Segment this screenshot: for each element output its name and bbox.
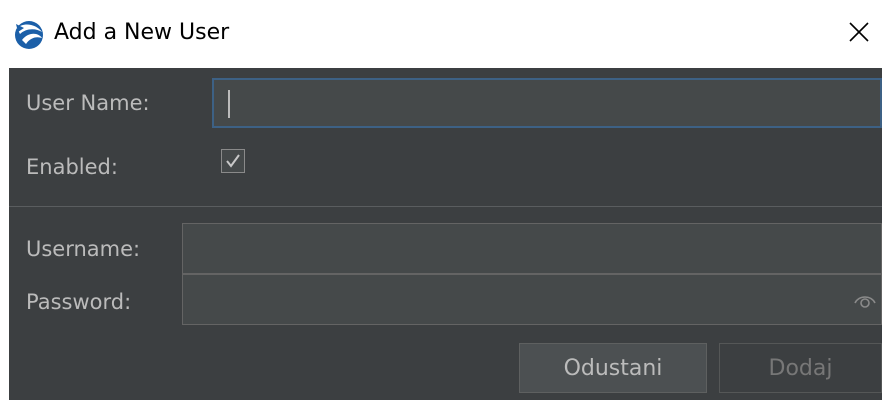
app-logo-icon	[15, 21, 43, 49]
enabled-label: Enabled:	[26, 155, 118, 179]
username-label: Username:	[26, 237, 141, 261]
close-button[interactable]	[836, 8, 882, 56]
title-bar: Add a New User	[0, 0, 882, 68]
user-name-input[interactable]	[212, 78, 882, 128]
add-user-dialog: User Name: Enabled: Username: Password: …	[9, 68, 882, 400]
password-label: Password:	[26, 290, 132, 314]
separator	[9, 206, 882, 207]
user-name-label: User Name:	[26, 91, 150, 115]
checkmark-icon	[226, 154, 240, 168]
close-icon	[849, 22, 869, 42]
cancel-button[interactable]: Odustani	[519, 343, 707, 393]
window-title: Add a New User	[54, 20, 230, 45]
enabled-checkbox[interactable]	[221, 149, 245, 173]
eye-icon[interactable]	[853, 291, 877, 311]
text-caret	[228, 90, 230, 118]
add-button[interactable]: Dodaj	[719, 343, 882, 393]
username-input[interactable]	[182, 223, 882, 274]
password-input[interactable]	[182, 274, 882, 325]
